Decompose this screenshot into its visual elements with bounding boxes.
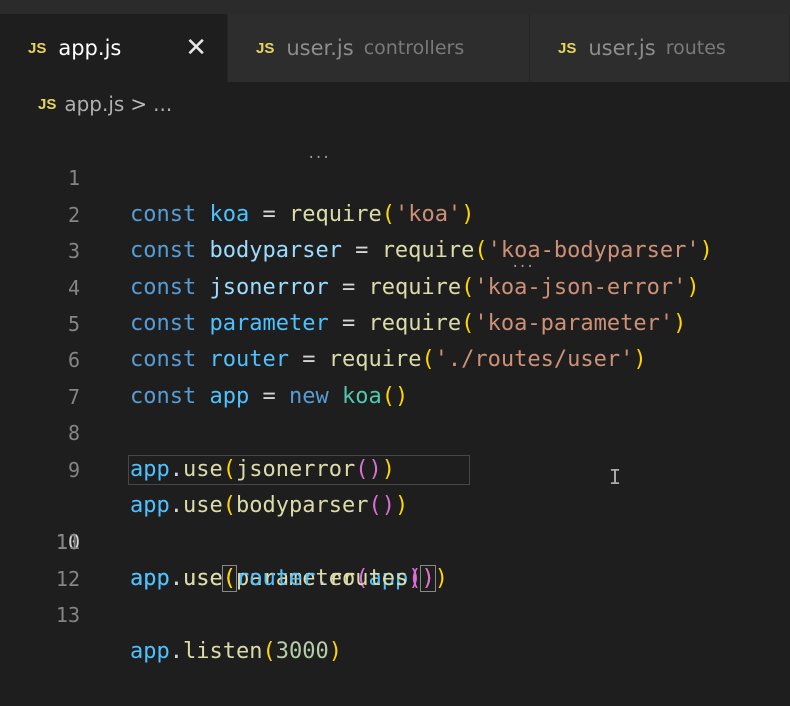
code-hint-dots[interactable]: ... (511, 255, 534, 271)
code-hint-dots[interactable]: ... (307, 146, 330, 162)
line-number: 13 (55, 603, 80, 628)
breadcrumb-file[interactable]: app.js (64, 92, 124, 116)
tab-user-js-controllers[interactable]: JS user.js controllers (228, 14, 530, 82)
code-line: 8 app.use(jsonerror()) (0, 379, 790, 481)
javascript-file-icon: JS (558, 39, 577, 57)
constant: app (130, 638, 170, 664)
number: 3000 (275, 638, 329, 664)
paren: ) (328, 638, 342, 664)
tab-label: user.js (588, 36, 656, 60)
javascript-file-icon: JS (28, 39, 47, 57)
chevron-right-icon: > (130, 92, 148, 116)
tab-description: controllers (363, 37, 465, 59)
code-line: 9 app.use(bodyparser()) (0, 415, 790, 518)
code-line: 13 app.listen(3000) (0, 561, 790, 663)
code-line: 12 (0, 524, 790, 591)
tab-app-js[interactable]: JS app.js ✕ (0, 14, 228, 82)
tab-user-js-routes[interactable]: JS user.js routes (530, 14, 790, 82)
javascript-file-icon: JS (256, 39, 275, 57)
dot: . (169, 638, 183, 664)
code-line: 11 app.use(router.routes()) (0, 488, 790, 590)
breadcrumb: JS app.js > ... (38, 89, 172, 119)
code-line: 5 const router = require('./routes/user'… (0, 270, 790, 372)
code-text[interactable]: app.listen(3000) (130, 634, 342, 670)
code-line: 4 const parameter = require('koa-paramet… (0, 233, 790, 336)
tab-label: app.js (58, 36, 122, 60)
current-line-highlight (128, 454, 470, 485)
editor-tab-bar: JS app.js ✕ JS user.js controllers JS us… (0, 14, 790, 82)
code-line: 1 const koa = require('koa') (0, 124, 790, 226)
close-icon[interactable]: ✕ (185, 33, 207, 63)
paren: ( (262, 638, 276, 664)
title-bar-strip (0, 0, 790, 14)
text-cursor-icon: I (609, 465, 622, 489)
javascript-file-icon: JS (38, 95, 57, 113)
tab-description: routes (665, 37, 726, 59)
code-line: 2 const bodyparser = require('koa-bodypa… (0, 160, 790, 263)
code-line: 6 const app = new koa() (0, 306, 790, 408)
code-editor[interactable]: 1 const koa = require('koa') 2 const bod… (0, 124, 790, 663)
code-line-current: 10 app.use(parameter(app)) (0, 452, 790, 592)
breadcrumb-symbols[interactable]: ... (153, 92, 172, 116)
tab-label: user.js (286, 36, 354, 60)
code-line: 3 const jsonerror = require('koa-json-er… (0, 197, 790, 299)
code-line: 7 (0, 342, 790, 409)
method: listen (183, 638, 263, 664)
